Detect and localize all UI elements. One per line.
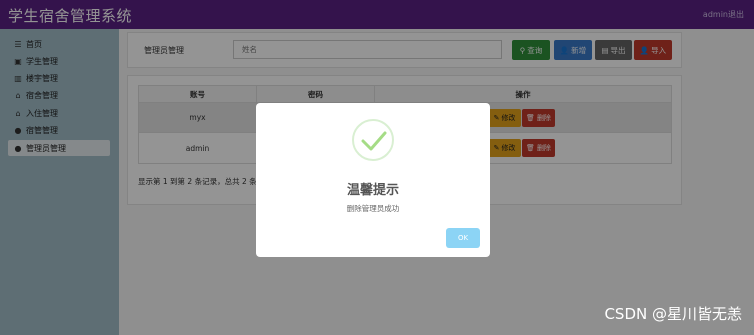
dialog-title: 温馨提示: [346, 183, 399, 198]
success-check-icon: [352, 119, 394, 161]
dialog-message: 删除管理员成功: [346, 204, 400, 213]
alert-dialog: 温馨提示 删除管理员成功 OK: [256, 103, 490, 257]
ok-button[interactable]: OK: [446, 228, 480, 248]
watermark: CSDN @星川皆无恙: [604, 305, 742, 323]
